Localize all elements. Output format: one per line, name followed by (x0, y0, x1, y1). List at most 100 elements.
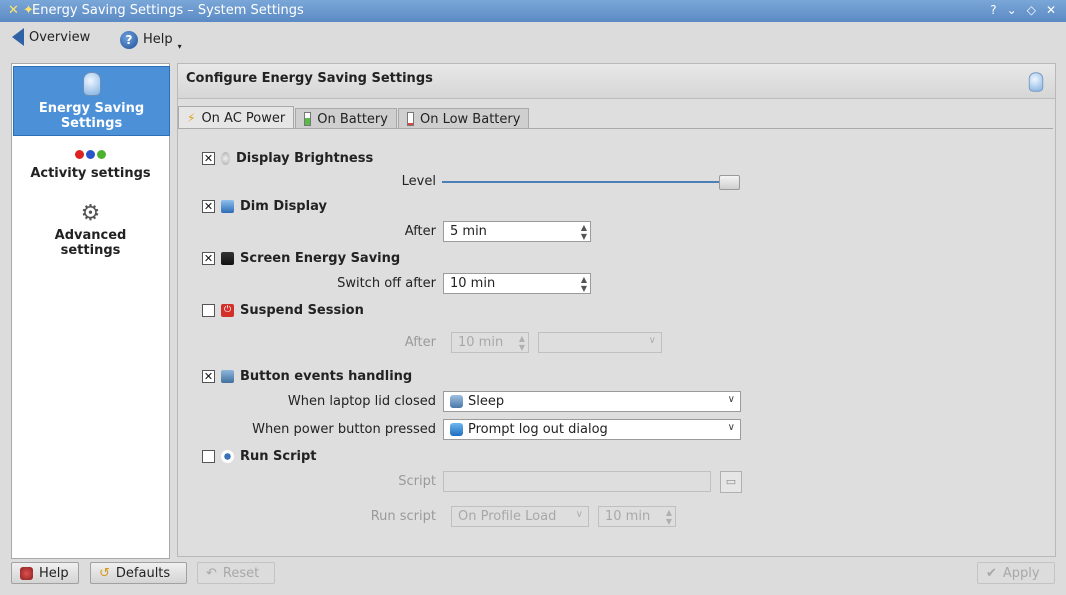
section-title: Run Script (240, 449, 317, 464)
settings-panel: Configure Energy Saving Settings ⚡ On AC… (177, 63, 1056, 557)
dim-after-label: After (404, 224, 436, 239)
ac-power-icon: ⚡ (187, 111, 196, 125)
sidebar-item-advanced[interactable]: ⚙ Advanced settings (13, 200, 168, 264)
switch-off-label: Switch off after (337, 276, 436, 291)
spin-arrows-icon[interactable]: ▲ ▼ (581, 223, 587, 241)
suspend-session-checkbox[interactable] (202, 304, 215, 317)
lid-closed-label: When laptop lid closed (287, 394, 436, 409)
browse-file-button[interactable]: ▭ (720, 471, 742, 493)
spin-arrows-icon: ▲ ▼ (665, 508, 672, 526)
defaults-button-label: Defaults (115, 565, 171, 581)
spinbox-value: 5 min (450, 224, 487, 239)
overview-button[interactable]: Overview (12, 28, 90, 46)
defaults-icon: ↺ (99, 565, 110, 581)
brightness-slider-track[interactable] (442, 181, 740, 183)
spin-arrows-icon[interactable]: ▲ ▼ (581, 275, 587, 293)
window-controls: ? ⌄ ◇ ✕ (990, 3, 1056, 17)
sidebar-item-energy-saving[interactable]: Energy Saving Settings (13, 66, 170, 136)
script-label: Script (398, 474, 436, 489)
maximize-button[interactable]: ◇ (1027, 3, 1036, 17)
sidebar-item-label: Advanced (54, 228, 127, 243)
suspend-after-label: After (404, 335, 436, 350)
minimize-button[interactable]: ⌄ (1007, 3, 1017, 17)
monitor-icon (221, 200, 234, 213)
button-events-checkbox[interactable]: ✕ (202, 370, 215, 383)
tab-label: On Battery (317, 111, 388, 127)
help-button-label: Help (39, 565, 69, 581)
suspend-after-spinbox[interactable]: 10 min ▲ ▼ (451, 332, 529, 353)
buttons-section-header: ✕ Button events handling (202, 369, 412, 384)
run-script-combo[interactable]: On Profile Load ∨ (451, 506, 589, 527)
dim-after-spinbox[interactable]: 5 min ▲ ▼ (443, 221, 591, 242)
monitor-off-icon (221, 252, 234, 265)
help-menu-button[interactable]: ? Help ▾ (120, 28, 182, 51)
combo-value: On Profile Load (458, 509, 557, 524)
help-window-button[interactable]: ? (990, 3, 996, 17)
dim-section-header: ✕ Dim Display (202, 199, 327, 214)
run-script-spinbox[interactable]: 10 min ▲ ▼ (598, 506, 676, 527)
spinbox-value: 10 min (458, 335, 504, 350)
sidebar: Energy Saving Settings Activity settings… (11, 63, 170, 559)
low-battery-icon (406, 112, 414, 126)
wrench-gear-icon: ⚙ (80, 201, 101, 226)
combo-value: Prompt log out dialog (468, 422, 608, 437)
help-label: Help (143, 32, 173, 47)
script-path-input[interactable] (443, 471, 711, 492)
tab-low-battery[interactable]: On Low Battery (397, 108, 530, 129)
back-arrow-icon (12, 28, 24, 46)
tab-label: On AC Power (201, 110, 286, 126)
panel-header: Configure Energy Saving Settings (178, 64, 1055, 99)
switch-off-spinbox[interactable]: 10 min ▲ ▼ (443, 273, 591, 294)
lightbulb-icon (1028, 72, 1044, 92)
reset-button[interactable]: ↶ Reset (197, 562, 275, 584)
tab-ac-power[interactable]: ⚡ On AC Power (178, 106, 295, 129)
apply-button[interactable]: ✔ Apply (977, 562, 1055, 584)
combo-value: Sleep (468, 394, 505, 409)
brightness-checkbox[interactable]: ✕ (202, 152, 215, 165)
reset-icon: ↶ (206, 565, 217, 581)
suspend-mode-combo[interactable]: ∨ (538, 332, 662, 353)
tab-label: On Low Battery (419, 111, 521, 127)
level-label: Level (401, 174, 436, 189)
activity-dots-icon (13, 150, 168, 159)
spinbox-value: 10 min (450, 276, 496, 291)
script-gear-icon (221, 450, 234, 463)
screen-energy-checkbox[interactable]: ✕ (202, 252, 215, 265)
tab-bar: ⚡ On AC Power On Battery On Low Battery (178, 106, 530, 129)
toolbar: Overview ? Help ▾ (0, 22, 1066, 58)
run-script-label: Run script (370, 509, 436, 524)
run-script-checkbox[interactable] (202, 450, 215, 463)
suspend-section-header: ⏻ Suspend Session (202, 303, 364, 318)
checkmark-icon: ✔ (986, 565, 997, 581)
lightbulb-icon (221, 152, 230, 165)
help-button[interactable]: Help (11, 562, 79, 584)
settings-app-icon: ✕ ✦ (8, 3, 34, 18)
sidebar-item-label: Activity settings (30, 166, 151, 181)
sidebar-item-activity[interactable]: Activity settings (13, 150, 168, 194)
page-title: Configure Energy Saving Settings (186, 71, 433, 86)
sidebar-item-label: Settings (60, 116, 123, 131)
chevron-down-icon: ∨ (727, 422, 735, 433)
section-title: Display Brightness (236, 151, 374, 166)
power-button-combo[interactable]: Prompt log out dialog ∨ (443, 419, 741, 440)
lid-closed-combo[interactable]: Sleep ∨ (443, 391, 741, 412)
section-title: Dim Display (240, 199, 327, 214)
folder-icon: ▭ (725, 475, 737, 488)
sidebar-item-label: settings (60, 243, 121, 258)
battery-icon (304, 112, 312, 126)
screen-section-header: ✕ Screen Energy Saving (202, 251, 400, 266)
brightness-slider-handle[interactable] (719, 175, 740, 190)
defaults-button[interactable]: ↺ Defaults (90, 562, 187, 584)
tab-on-battery[interactable]: On Battery (295, 108, 397, 129)
close-button[interactable]: ✕ (1046, 3, 1056, 17)
section-title: Suspend Session (240, 303, 364, 318)
dim-display-checkbox[interactable]: ✕ (202, 200, 215, 213)
section-title: Button events handling (240, 369, 413, 384)
chevron-down-icon: ∨ (575, 509, 583, 520)
window-titlebar: ✕ ✦ Energy Saving Settings – System Sett… (0, 0, 1066, 22)
reset-button-label: Reset (222, 565, 260, 581)
help-lifebuoy-icon (20, 566, 33, 580)
button-events-icon (221, 370, 234, 383)
power-button-label: When power button pressed (252, 422, 436, 437)
spin-arrows-icon: ▲ ▼ (518, 334, 525, 352)
